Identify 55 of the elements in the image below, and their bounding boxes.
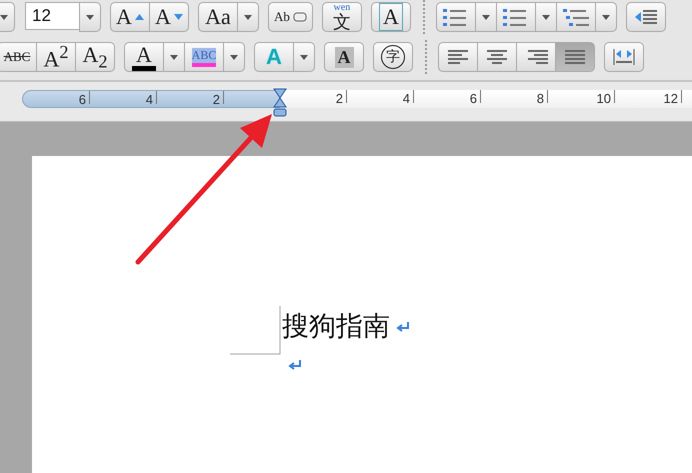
multilevel-list-icon [562,7,589,27]
dropdown-button[interactable] [534,2,557,32]
align-button[interactable] [477,42,517,72]
align-button[interactable] [555,42,595,72]
align-justify-icon [563,48,587,66]
ruler-number: 8 [481,90,548,103]
list-button[interactable] [556,2,596,32]
shrink-font-button[interactable]: A [149,2,189,32]
ruler-number: 12 [615,90,682,103]
align-left-icon [446,48,470,66]
align-button[interactable] [438,42,478,72]
distribute-button[interactable] [604,42,644,72]
format-button[interactable]: A$^{2}$ [36,42,76,72]
bullet-list-icon [442,7,469,27]
format-button[interactable]: A$_{2}$ [75,42,115,72]
align-center-icon [485,48,509,66]
character-text: 文 [332,13,351,31]
dropdown-button[interactable] [474,2,497,32]
character-border-button[interactable]: A [370,2,411,32]
margin-corner-mark [230,306,282,356]
ruler-number: 4 [347,90,414,103]
dropdown-button[interactable] [163,42,185,72]
body-text: 搜狗指南 [282,310,390,344]
paragraph-mark-icon [396,321,410,333]
distribute-icon [611,48,637,66]
font-size-field[interactable]: 12 [25,2,80,30]
ruler-number: 10 [548,90,615,103]
enclose-characters-button[interactable]: 字 [373,42,413,72]
dropdown-button[interactable] [237,2,259,32]
eraser-icon [292,11,307,23]
dropdown-button[interactable] [223,42,245,72]
list-button[interactable] [436,2,476,32]
clear-format-button[interactable]: Ab [268,2,313,32]
indent-marker-icon[interactable] [273,88,287,118]
font-color-button[interactable]: A [124,42,164,72]
ruler-number: 6 [23,91,90,104]
character-shading-button[interactable]: A [324,42,364,72]
up-triangle-icon [134,14,144,20]
paragraph-mark-icon [288,359,302,371]
align-button[interactable] [516,42,556,72]
dropdown-button[interactable] [293,42,315,72]
outdent-icon [634,8,658,26]
ruler-number: 4 [90,91,157,104]
ruby-text: wen [334,3,350,13]
dropdown-button[interactable] [79,2,101,32]
ruler-number: 6 [414,90,481,103]
dropdown-button[interactable] [594,2,617,32]
ruler-number: 2 [157,91,224,104]
decrease-indent-button[interactable] [626,2,666,32]
format-button[interactable]: Aa [198,2,238,32]
list-button[interactable] [496,2,536,32]
grow-font-button[interactable]: A [110,2,150,32]
down-triangle-icon [174,14,183,20]
strikethrough-button[interactable]: ABC [0,42,37,72]
phonetic-guide-button[interactable]: wen 文 [322,2,362,32]
